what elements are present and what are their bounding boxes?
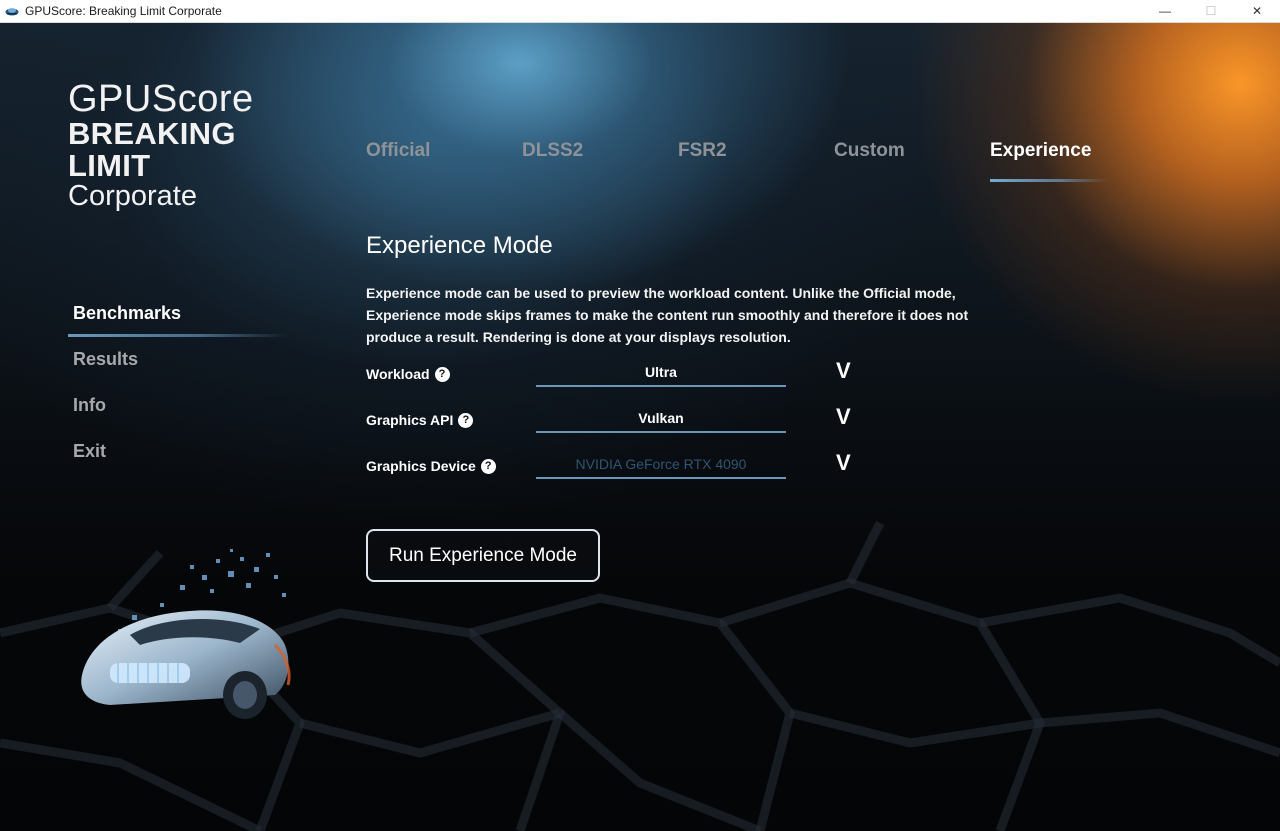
logo-breaking: BREAKING	[68, 116, 236, 151]
workload-label: Workload	[366, 366, 430, 382]
close-button[interactable]: ✕	[1234, 0, 1280, 22]
sidebar-item-exit[interactable]: Exit	[73, 440, 181, 486]
close-icon: ✕	[1251, 4, 1263, 18]
minimize-button[interactable]: —	[1142, 0, 1188, 22]
graphics-device-select[interactable]: NVIDIA GeForce RTX 4090	[536, 452, 786, 479]
gpuscore-logo: GPUScore BREAKING LIMIT Corporate	[68, 80, 254, 211]
minimize-icon: —	[1159, 4, 1171, 18]
logo-limit: LIMIT	[68, 148, 151, 183]
graphics-api-select[interactable]: Vulkan	[536, 406, 786, 433]
sidebar-active-indicator	[68, 334, 288, 337]
sidebar-item-results[interactable]: Results	[73, 348, 181, 394]
maximize-icon: ☐	[1205, 4, 1217, 18]
tab-custom[interactable]: Custom	[834, 140, 905, 162]
mode-description: Experience mode can be used to preview t…	[366, 285, 969, 345]
car-illustration	[81, 549, 291, 719]
tab-dlss2[interactable]: DLSS2	[522, 140, 583, 162]
help-icon[interactable]: ?	[458, 412, 474, 428]
side-navigation: Benchmarks Results Info Exit	[68, 302, 288, 486]
chevron-down-icon[interactable]: V	[836, 360, 851, 382]
chevron-down-icon[interactable]: V	[836, 452, 851, 474]
tab-fsr2[interactable]: FSR2	[678, 140, 727, 162]
window-title: GPUScore: Breaking Limit Corporate	[25, 4, 222, 18]
logo-corporate: Corporate	[68, 180, 197, 212]
help-icon[interactable]: ?	[434, 366, 450, 382]
help-icon[interactable]: ?	[480, 458, 496, 474]
tab-active-indicator	[990, 179, 1108, 182]
title-bar: GPUScore: Breaking Limit Corporate — ☐ ✕	[0, 0, 1280, 23]
graphics-device-label: Graphics Device	[366, 458, 476, 474]
workload-select[interactable]: Ultra	[536, 360, 786, 387]
maximize-button[interactable]: ☐	[1188, 0, 1234, 22]
logo-gpuscore: GPUScore	[68, 78, 254, 120]
sidebar-item-info[interactable]: Info	[73, 394, 181, 440]
chevron-down-icon[interactable]: V	[836, 406, 851, 428]
graphics-api-label: Graphics API	[366, 412, 454, 428]
app-logo-icon	[5, 8, 19, 16]
run-experience-mode-button[interactable]: Run Experience Mode	[366, 529, 600, 582]
page-title: Experience Mode	[366, 232, 553, 259]
tab-experience[interactable]: Experience	[990, 140, 1091, 162]
tab-official[interactable]: Official	[366, 140, 430, 162]
app-window: GPUScore: Breaking Limit Corporate — ☐ ✕	[0, 0, 1280, 831]
sidebar-item-benchmarks[interactable]: Benchmarks	[73, 302, 181, 348]
experience-panel: Experience Mode Experience mode can be u…	[366, 232, 1046, 348]
